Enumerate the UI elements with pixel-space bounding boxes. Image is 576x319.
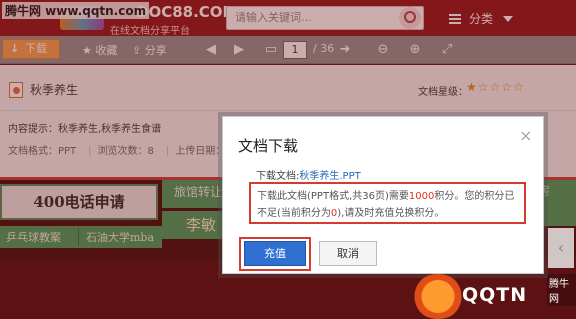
cancel-button[interactable]: 取消 [319,241,377,266]
download-doc-line: 下载文档:秋季养生.PPT [256,167,361,182]
close-icon[interactable]: × [519,126,532,145]
download-doc-label: 下载文档: [256,171,300,182]
download-doc-name: 秋季养生.PPT [299,171,361,182]
required-points: 1000 [408,191,435,202]
qqtn-logo-icon [412,274,464,319]
dialog-title: 文档下载 [238,137,299,155]
recharge-button[interactable]: 充值 [244,241,306,266]
warn-text-1: 下载此文档(PPT格式,共36页)需要 [257,191,409,202]
qqtn-tag: 腾牛网 [547,274,576,306]
insufficient-points-message: 下载此文档(PPT格式,共36页)需要1000积分。您的积分已不足(当前积分为0… [249,182,526,224]
download-dialog: 文档下载 × 下载文档:秋季养生.PPT 下载此文档(PPT格式,共36页)需要… [222,116,544,274]
warn-text-3: ),请及时充值兑换积分。 [337,208,445,219]
chevron-left-icon[interactable]: ‹ [548,228,574,268]
qqtn-watermark: QQTN 腾牛网 [412,274,576,319]
qqtn-text: QQTN [462,284,528,306]
